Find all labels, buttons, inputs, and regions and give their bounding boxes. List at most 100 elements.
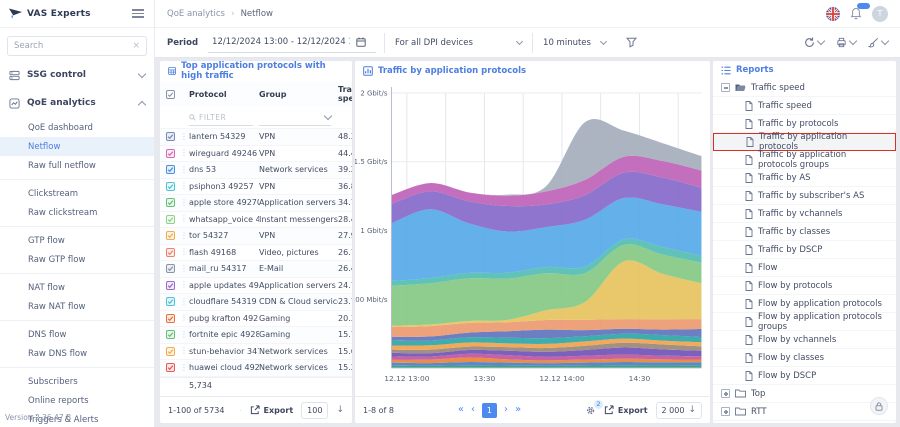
- row-checkbox[interactable]: [166, 198, 175, 207]
- row-checkbox[interactable]: [166, 248, 175, 257]
- drag-handle[interactable]: ⋮: [180, 347, 189, 355]
- table-row[interactable]: ⋮apple updates 49272Application servers2…: [160, 278, 352, 295]
- report-item-traffic-speed[interactable]: Traffic speed: [713, 97, 896, 115]
- sidebar-item-gtp-flow[interactable]: GTP flow: [0, 231, 154, 250]
- sidebar-item-netflow[interactable]: Netflow: [0, 137, 154, 156]
- row-checkbox[interactable]: [166, 314, 175, 323]
- expand-box-icon[interactable]: [721, 389, 730, 398]
- drag-handle[interactable]: ⋮: [180, 133, 189, 141]
- drag-handle[interactable]: ⋮: [180, 281, 189, 289]
- search-clear-icon[interactable]: ×: [132, 41, 140, 51]
- report-item-flow[interactable]: Flow: [713, 259, 896, 277]
- drag-handle[interactable]: ⋮: [180, 182, 189, 190]
- breadcrumb-parent[interactable]: QoE analytics: [167, 9, 225, 19]
- report-item-traffic-by-as[interactable]: Traffic by AS: [713, 169, 896, 187]
- sidebar-item-raw-full-netflow[interactable]: Raw full netflow: [0, 156, 154, 175]
- refresh-menu-button[interactable]: [804, 37, 824, 48]
- sidebar-item-raw-gtp-flow[interactable]: Raw GTP flow: [0, 250, 154, 269]
- report-item-flow-by-vchannels[interactable]: Flow by vchannels: [713, 331, 896, 349]
- sidebar-section-ssg-control[interactable]: SSG control: [0, 62, 154, 88]
- table-page-size-select[interactable]: 100: [301, 402, 328, 419]
- row-checkbox[interactable]: [166, 132, 175, 141]
- report-item-traffic-by-vchannels[interactable]: Traffic by vchannels: [713, 205, 896, 223]
- drag-handle[interactable]: ⋮: [180, 215, 189, 223]
- row-checkbox[interactable]: [166, 297, 175, 306]
- sidebar-search[interactable]: ×: [7, 36, 147, 56]
- report-item-flow-by-application-protocols-groups[interactable]: Flow by application protocols groups: [713, 313, 896, 331]
- search-input[interactable]: [14, 41, 132, 51]
- drag-handle[interactable]: ⋮: [180, 149, 189, 157]
- table-row[interactable]: ⋮cloudflare 54319CDN & Cloud services23.…: [160, 294, 352, 311]
- table-row[interactable]: ⋮pubg krafton 49278Gaming20.3: [160, 311, 352, 328]
- print-menu-button[interactable]: [836, 37, 856, 48]
- download-arrow-icon[interactable]: ↓: [336, 405, 344, 415]
- chart-page-size-select[interactable]: 2 000↓: [656, 402, 702, 419]
- notifications-button[interactable]: [850, 7, 862, 20]
- table-export-button[interactable]: Export: [250, 405, 294, 415]
- drag-handle[interactable]: ⋮: [180, 166, 189, 174]
- table-row[interactable]: ⋮huawei cloud 49276Network services15.2: [160, 360, 352, 377]
- sidebar-item-raw-dns-flow[interactable]: Raw DNS flow: [0, 344, 154, 363]
- sidebar-item-qoe-dashboard[interactable]: QoE dashboard: [0, 118, 154, 137]
- drag-handle[interactable]: ⋮: [180, 364, 189, 372]
- row-checkbox[interactable]: [166, 165, 175, 174]
- sidebar-item-clickstream[interactable]: Clickstream: [0, 184, 154, 203]
- calendar-icon[interactable]: [356, 37, 366, 47]
- interval-select[interactable]: 10 minutes: [532, 33, 616, 53]
- style-menu-button[interactable]: [868, 37, 888, 48]
- period-range-input[interactable]: [212, 37, 350, 47]
- language-flag-icon[interactable]: [826, 7, 840, 21]
- avatar[interactable]: T: [872, 6, 888, 22]
- sidebar-item-nat-flow[interactable]: NAT flow: [0, 278, 154, 297]
- drag-handle[interactable]: ⋮: [180, 298, 189, 306]
- report-item-flow-by-dscp[interactable]: Flow by DSCP: [713, 367, 896, 385]
- sidebar-item-raw-nat-flow[interactable]: Raw NAT flow: [0, 297, 154, 316]
- table-row[interactable]: ⋮whatsapp_voice 4923Instant messengers28…: [160, 212, 352, 229]
- report-item-traffic-by-protocols[interactable]: Traffic by protocols: [713, 115, 896, 133]
- row-checkbox[interactable]: [166, 363, 175, 372]
- reports-group-traffic-speed[interactable]: Traffic speed: [713, 79, 896, 97]
- dpi-device-select[interactable]: For all DPI devices: [384, 33, 532, 53]
- table-row[interactable]: ⋮stun-behavior 3478Network services15.6: [160, 344, 352, 361]
- table-row[interactable]: ⋮psiphon3 49257VPN36.8: [160, 179, 352, 196]
- last-page-button[interactable]: »: [515, 405, 521, 415]
- report-item-flow-by-protocols[interactable]: Flow by protocols: [713, 277, 896, 295]
- row-checkbox[interactable]: [166, 264, 175, 273]
- table-row[interactable]: ⋮tor 54327VPN27.9: [160, 228, 352, 245]
- sidebar-item-dns-flow[interactable]: DNS flow: [0, 325, 154, 344]
- lock-button[interactable]: [870, 397, 888, 415]
- current-page-button[interactable]: 1: [482, 403, 497, 418]
- report-item-traffic-by-subscriber-s-as[interactable]: Traffic by subscriber's AS: [713, 187, 896, 205]
- report-item-traffic-by-application-protocols-groups[interactable]: Traffic by application protocols groups: [713, 151, 896, 169]
- reports-group-rtt[interactable]: RTT: [713, 403, 896, 421]
- table-row[interactable]: ⋮flash 49168Video, pictures26.7: [160, 245, 352, 262]
- reports-group-top[interactable]: Top: [713, 385, 896, 403]
- column-header-group[interactable]: Group: [259, 90, 338, 99]
- chart-settings-button[interactable]: 2: [585, 405, 596, 416]
- menu-toggle-icon[interactable]: [130, 7, 146, 19]
- collapse-box-icon[interactable]: [721, 83, 730, 92]
- report-item-traffic-by-dscp[interactable]: Traffic by DSCP: [713, 241, 896, 259]
- table-row[interactable]: ⋮wireguard 49246VPN44.4: [160, 146, 352, 163]
- row-checkbox[interactable]: [166, 231, 175, 240]
- prev-page-button[interactable]: ‹: [471, 405, 475, 415]
- table-row[interactable]: ⋮apple store 49270Application servers34.…: [160, 195, 352, 212]
- table-row[interactable]: ⋮dns 53Network services39.2: [160, 162, 352, 179]
- drag-handle[interactable]: ⋮: [180, 314, 189, 322]
- group-filter-select[interactable]: [259, 110, 331, 126]
- gear-icon[interactable]: [240, 405, 241, 416]
- sidebar-item-raw-clickstream[interactable]: Raw clickstream: [0, 203, 154, 222]
- row-checkbox[interactable]: [166, 149, 175, 158]
- expand-box-icon[interactable]: [721, 407, 730, 416]
- row-checkbox[interactable]: [166, 215, 175, 224]
- drag-handle[interactable]: ⋮: [180, 199, 189, 207]
- drag-handle[interactable]: ⋮: [180, 248, 189, 256]
- drag-handle[interactable]: ⋮: [180, 232, 189, 240]
- table-row[interactable]: ⋮fortnite epic 49280Gaming15.7: [160, 327, 352, 344]
- protocol-filter-input[interactable]: FILTER: [189, 110, 253, 126]
- chart-export-button[interactable]: Export: [604, 405, 648, 415]
- sidebar-item-online-reports[interactable]: Online reports: [0, 391, 154, 410]
- row-checkbox[interactable]: [166, 330, 175, 339]
- row-checkbox[interactable]: [166, 347, 175, 356]
- select-all-checkbox[interactable]: [166, 90, 175, 99]
